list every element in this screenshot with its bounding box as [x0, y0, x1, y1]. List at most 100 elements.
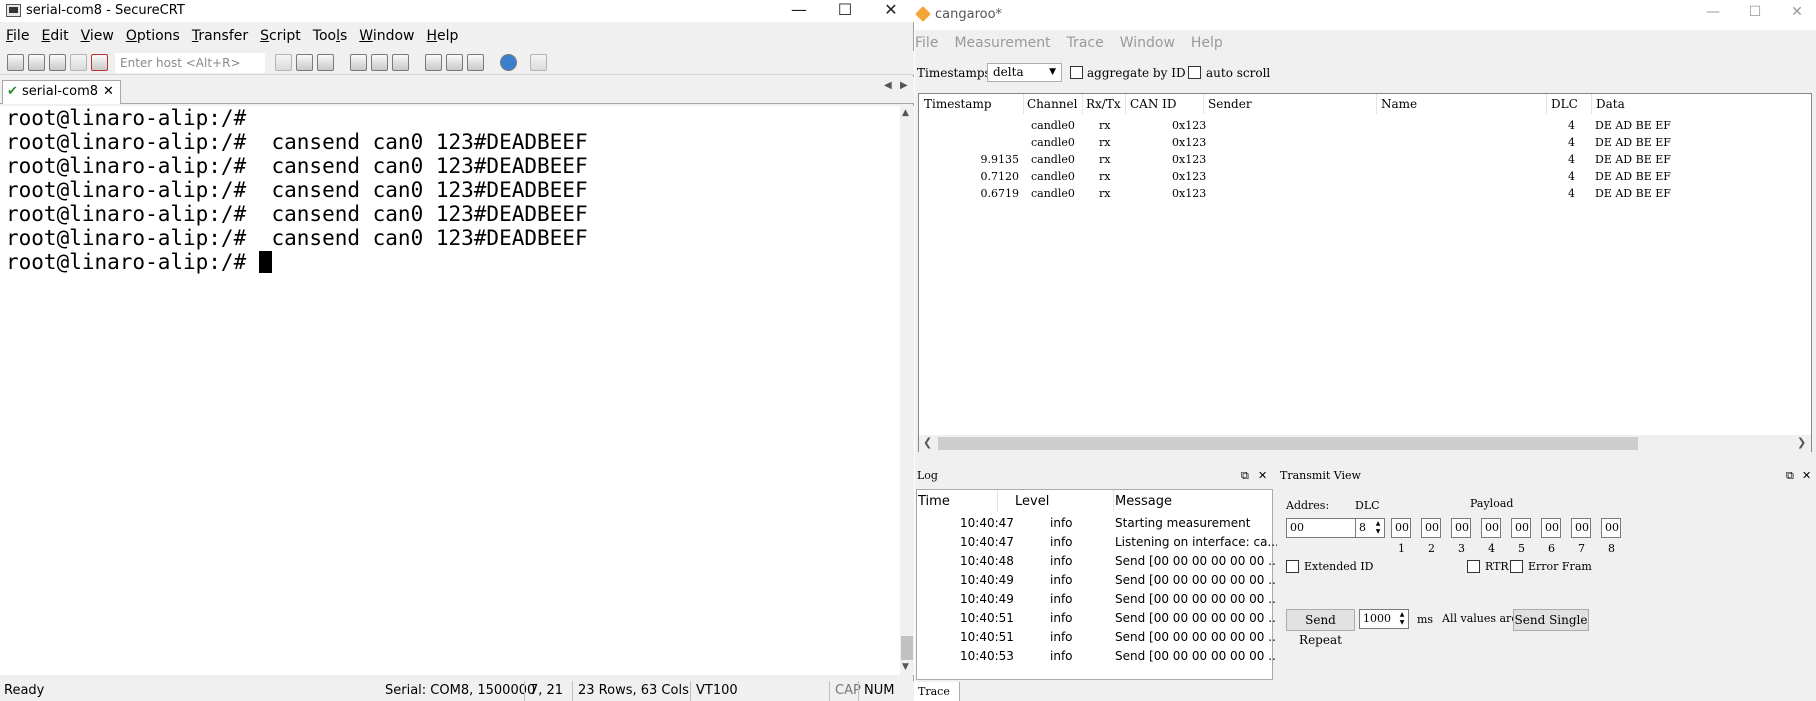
col-timestamp[interactable]: Timestamp — [924, 97, 992, 111]
close-icon[interactable]: ✕ — [1802, 467, 1811, 485]
payload-byte-6[interactable]: 00 — [1541, 518, 1561, 538]
minimize-button[interactable]: — — [1690, 4, 1736, 26]
maximize-button[interactable]: ☐ — [822, 0, 868, 22]
print-selection-icon[interactable] — [371, 54, 388, 71]
spin-arrows-icon[interactable]: ▲ ▼ — [1397, 611, 1407, 627]
col-name[interactable]: Name — [1381, 97, 1417, 111]
error-frame-checkbox[interactable] — [1510, 560, 1523, 573]
session-options-icon[interactable] — [425, 54, 442, 71]
menu-measurement[interactable]: Measurement — [946, 34, 1058, 54]
spin-arrows-icon[interactable]: ▲ ▼ — [1373, 520, 1383, 536]
menu-trace[interactable]: Trace — [1059, 34, 1112, 54]
print-icon[interactable] — [350, 54, 367, 71]
reconnect-icon[interactable] — [70, 54, 87, 71]
table-row[interactable]: 9.9135 candle0 rx 0x123 4 DE AD BE EF — [919, 152, 1811, 169]
global-options-icon[interactable] — [446, 54, 463, 71]
sftp-icon[interactable] — [530, 54, 547, 71]
payload-byte-1[interactable]: 00 — [1391, 518, 1411, 538]
col-sender[interactable]: Sender — [1208, 97, 1252, 111]
menu-script[interactable]: Script — [254, 26, 307, 46]
find-icon[interactable] — [317, 54, 334, 71]
address-input[interactable]: 00 — [1286, 518, 1357, 538]
extended-id-checkbox[interactable] — [1286, 560, 1299, 573]
float-icon[interactable]: ⧉ — [1241, 467, 1249, 485]
scroll-thumb[interactable] — [901, 636, 913, 660]
table-row[interactable]: 0.6719 candle0 rx 0x123 4 DE AD BE EF — [919, 186, 1811, 203]
table-row[interactable]: 0.7120 candle0 rx 0x123 4 DE AD BE EF — [919, 169, 1811, 186]
col-level[interactable]: Level — [1015, 494, 1049, 509]
send-single-button[interactable]: Send Single — [1513, 609, 1589, 631]
float-icon[interactable]: ⧉ — [1786, 467, 1794, 485]
col-rxtx[interactable]: Rx/Tx — [1086, 97, 1121, 111]
aggregate-checkbox[interactable] — [1070, 66, 1083, 79]
menu-file[interactable]: File — [915, 34, 946, 54]
list-item[interactable]: 10:40:47 info Listening on interface: ca..… — [917, 533, 1279, 552]
close-icon[interactable]: ✕ — [1258, 467, 1267, 485]
trace-table[interactable]: Timestamp Channel Rx/Tx CAN ID Sender Na… — [918, 93, 1812, 452]
keymap-icon[interactable] — [467, 54, 484, 71]
payload-byte-2[interactable]: 00 — [1421, 518, 1441, 538]
col-time[interactable]: Time — [918, 494, 950, 509]
menu-view[interactable]: View — [75, 26, 120, 46]
dlc-spinbox[interactable]: 8 ▲ ▼ — [1355, 518, 1385, 538]
repeat-interval-spinbox[interactable]: 1000 ▲ ▼ — [1359, 609, 1409, 629]
scroll-left-icon[interactable]: ❮ — [923, 436, 932, 449]
menu-edit[interactable]: Edit — [35, 26, 74, 46]
scroll-up-icon[interactable]: ▲ — [902, 108, 909, 118]
menu-help[interactable]: Help — [420, 26, 464, 46]
log-table[interactable]: Time Level Message 10:40:47 info Starting … — [916, 489, 1280, 680]
close-button[interactable]: ✕ — [1774, 4, 1816, 26]
scroll-thumb[interactable] — [938, 437, 1638, 450]
list-item[interactable]: 10:40:51 info Send [00 00 00 00 00 00 ... — [917, 609, 1280, 628]
tab-scroll-right-icon[interactable]: ▶ — [900, 80, 908, 91]
menu-window[interactable]: Window — [353, 26, 420, 46]
tab-scroll-left-icon[interactable]: ◀ — [884, 80, 892, 91]
help-icon[interactable] — [500, 54, 517, 71]
payload-byte-4[interactable]: 00 — [1481, 518, 1501, 538]
scroll-right-icon[interactable]: ❯ — [1797, 436, 1806, 449]
col-message[interactable]: Message — [1115, 494, 1172, 509]
print-screen-icon[interactable] — [392, 54, 409, 71]
trace-hscrollbar[interactable]: ❮ ❯ — [919, 435, 1811, 452]
col-canid[interactable]: CAN ID — [1130, 97, 1177, 111]
paste-icon[interactable] — [296, 54, 313, 71]
col-dlc[interactable]: DLC — [1551, 97, 1578, 111]
menu-options[interactable]: Options — [120, 26, 186, 46]
menu-tools[interactable]: Tools — [307, 26, 354, 46]
connect-icon[interactable] — [7, 54, 24, 71]
menu-file[interactable]: File — [0, 26, 35, 46]
list-item[interactable]: 10:40:53 info Send [00 00 00 00 00 00 ... — [917, 647, 1280, 666]
terminal-scrollbar[interactable]: ▲ ▼ — [900, 106, 914, 675]
col-data[interactable]: Data — [1596, 97, 1625, 111]
close-button[interactable]: ✕ — [868, 0, 914, 22]
connect-tab-icon[interactable] — [49, 54, 66, 71]
list-item[interactable]: 10:40:49 info Send [00 00 00 00 00 00 ... — [917, 571, 1280, 590]
copy-icon[interactable] — [275, 54, 292, 71]
menu-help[interactable]: Help — [1183, 34, 1231, 54]
tab-close-icon[interactable]: ✕ — [103, 81, 114, 103]
send-repeat-button[interactable]: Send Repeat — [1286, 609, 1355, 647]
scroll-down-icon[interactable]: ▼ — [902, 662, 909, 672]
payload-byte-3[interactable]: 00 — [1451, 518, 1471, 538]
menu-transfer[interactable]: Transfer — [186, 26, 254, 46]
table-row[interactable]: candle0 rx 0x123 4 DE AD BE EF — [919, 118, 1811, 135]
list-item[interactable]: 10:40:49 info Send [00 00 00 00 00 00 ... — [917, 590, 1280, 609]
list-item[interactable]: 10:40:47 info Starting measurement — [917, 514, 1273, 533]
payload-byte-7[interactable]: 00 — [1571, 518, 1591, 538]
quick-connect-icon[interactable] — [28, 54, 45, 71]
disconnect-icon[interactable] — [91, 54, 108, 71]
timestamps-select[interactable]: delta ▼ — [987, 63, 1062, 82]
menu-window[interactable]: Window — [1112, 34, 1183, 54]
terminal-area[interactable]: root@linaro-alip:/# root@linaro-alip:/# … — [0, 106, 900, 675]
table-row[interactable]: candle0 rx 0x123 4 DE AD BE EF — [919, 135, 1811, 152]
col-channel[interactable]: Channel — [1027, 97, 1077, 111]
list-item[interactable]: 10:40:51 info Send [00 00 00 00 00 00 ... — [917, 628, 1280, 647]
rtr-checkbox[interactable] — [1467, 560, 1480, 573]
tab-serial-com8[interactable]: ✔ serial-com8 ✕ — [2, 80, 121, 104]
list-item[interactable]: 10:40:48 info Send [00 00 00 00 00 00 ... — [917, 552, 1280, 571]
maximize-button[interactable]: ☐ — [1732, 4, 1778, 26]
tab-trace[interactable]: Trace — [915, 682, 960, 701]
host-input[interactable]: Enter host <Alt+R> — [115, 53, 265, 73]
autoscroll-checkbox[interactable] — [1188, 66, 1201, 79]
payload-byte-5[interactable]: 00 — [1511, 518, 1531, 538]
